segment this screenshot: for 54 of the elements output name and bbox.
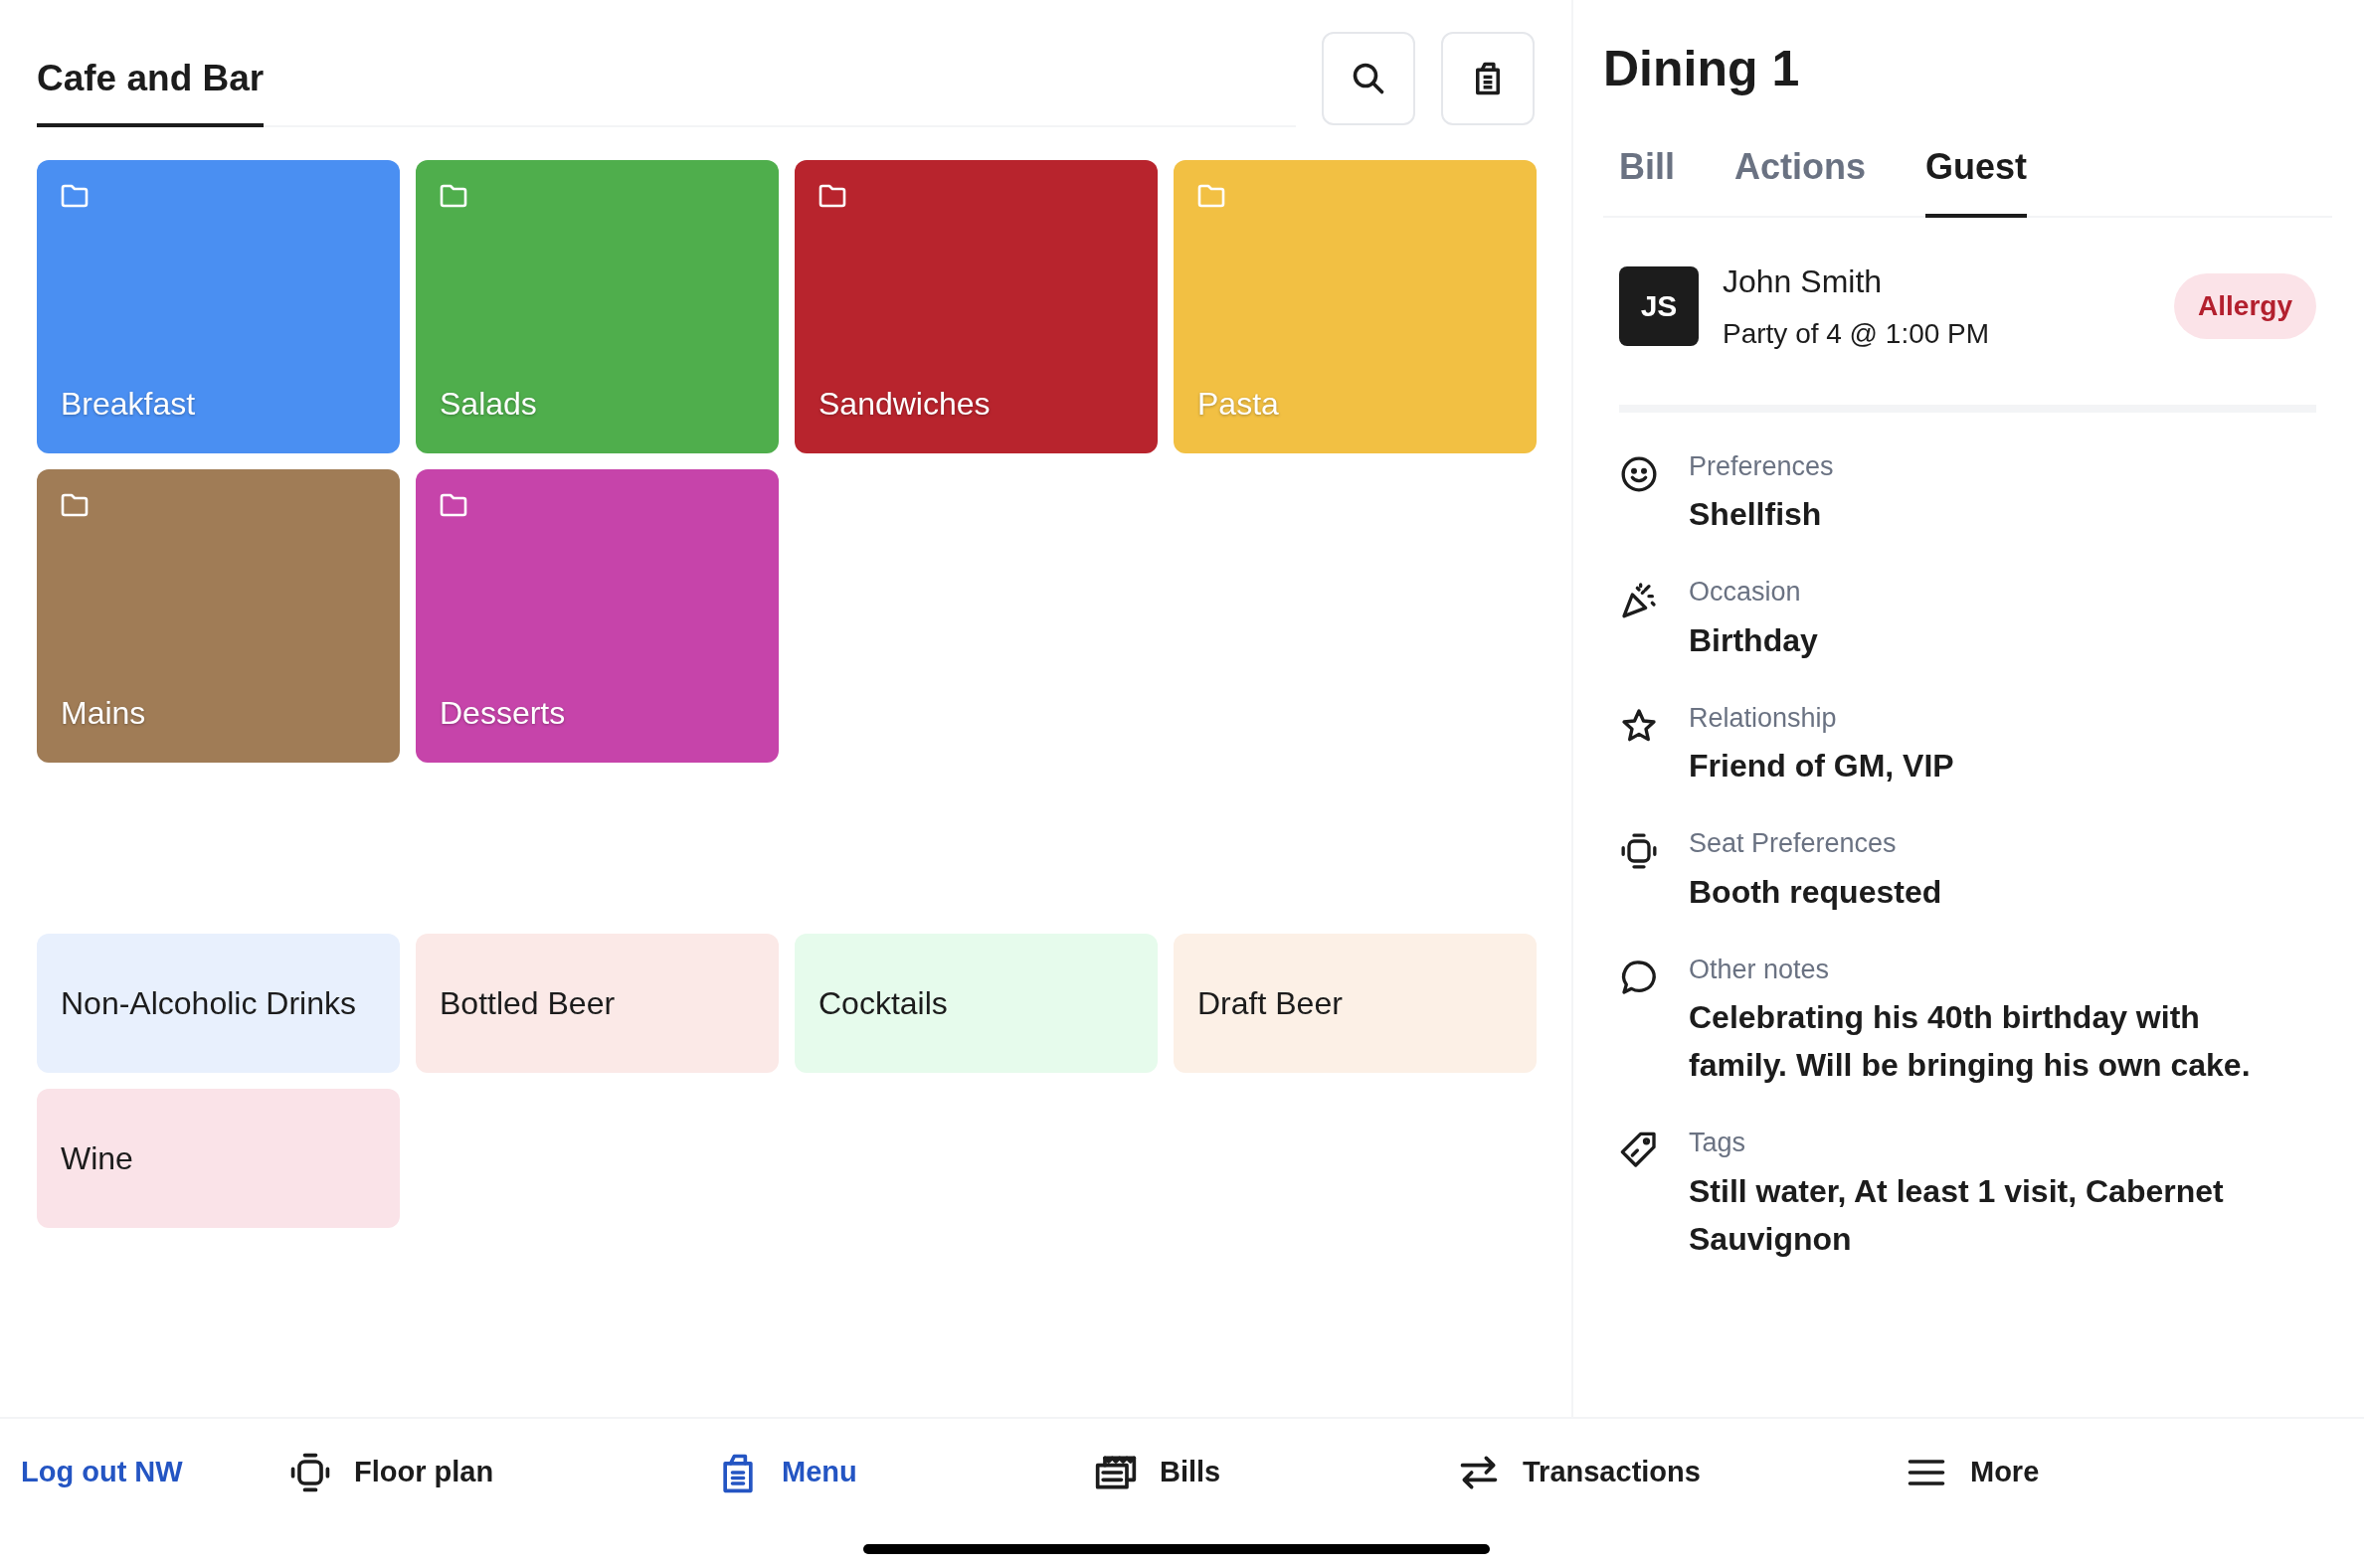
nav-tab[interactable]: Menu	[716, 1451, 1094, 1494]
detail-label: Occasion	[1689, 576, 1802, 609]
drink-category-tile[interactable]: Non-Alcoholic Drinks	[37, 934, 400, 1073]
clipboard-button[interactable]	[1441, 32, 1535, 125]
panel-tab[interactable]: Bill	[1619, 139, 1675, 218]
category-label: Salads	[440, 385, 537, 424]
category-tile[interactable]: Mains	[37, 469, 400, 763]
detail-label: Relationship	[1689, 701, 1838, 735]
table-title: Dining 1	[1603, 40, 1801, 98]
nav-tab[interactable]: More	[1905, 1451, 2203, 1494]
detail-label: Tags	[1689, 1127, 1747, 1159]
search-icon	[1351, 61, 1386, 96]
drink-category-tile[interactable]: Bottled Beer	[416, 934, 779, 1073]
chair-icon	[288, 1451, 332, 1494]
detail-value: Friend of GM, VIP	[1689, 747, 1954, 785]
panel-tab[interactable]: Actions	[1734, 139, 1867, 218]
tag-icon	[1619, 1131, 1659, 1170]
drink-category-tile[interactable]: Draft Beer	[1174, 934, 1537, 1073]
detail-value: Shellfish	[1689, 495, 1823, 534]
folder-icon	[1197, 184, 1225, 208]
drink-category-tile[interactable]: Cocktails	[795, 934, 1158, 1073]
panel-tab[interactable]: Guest	[1925, 139, 2028, 218]
search-button[interactable]	[1322, 32, 1415, 125]
nav-tab[interactable]: Floor plan	[288, 1451, 716, 1494]
detail-value: Booth requested	[1689, 872, 1942, 912]
detail-value: Celebrating his 40th birthday with family. Will be bringing his own cake.	[1689, 998, 2252, 1085]
category-label: Desserts	[440, 694, 566, 733]
detail-label: Preferences	[1689, 449, 1834, 483]
section-tab[interactable]: Cafe and Bar	[37, 50, 265, 127]
logout-link[interactable]: Log out NW	[21, 1451, 288, 1494]
guest-avatar: JS	[1619, 265, 1699, 346]
party-info: Party of 4 @ 1:00 PM	[1723, 316, 1991, 351]
guest-name: John Smith	[1723, 261, 1884, 301]
category-tile[interactable]: Sandwiches	[795, 160, 1158, 453]
detail-label: Seat Preferences	[1689, 827, 1898, 860]
folder-icon	[440, 184, 467, 208]
category-label: Sandwiches	[818, 385, 991, 424]
category-tile[interactable]: Desserts	[416, 469, 779, 763]
folder-icon	[61, 493, 89, 517]
nav-tab[interactable]: Bills	[1094, 1451, 1457, 1494]
nav-tab[interactable]: Transactions	[1457, 1451, 1905, 1494]
category-label: Pasta	[1197, 385, 1279, 424]
chair-icon	[1619, 831, 1659, 871]
drink-category-tile[interactable]: Wine	[37, 1089, 400, 1228]
detail-value: Still water, At least 1 visit, Cabernet Sauvignon	[1689, 1171, 2225, 1259]
category-label: Mains	[61, 694, 146, 733]
folder-icon	[61, 184, 89, 208]
party-popper-icon	[1619, 580, 1659, 619]
folder-icon	[818, 184, 846, 208]
allergy-badge: Allergy	[2174, 272, 2316, 339]
folder-icon	[440, 493, 467, 517]
detail-label: Other notes	[1689, 953, 1831, 986]
category-label: Breakfast	[61, 385, 196, 424]
detail-value: Birthday	[1689, 620, 1818, 660]
